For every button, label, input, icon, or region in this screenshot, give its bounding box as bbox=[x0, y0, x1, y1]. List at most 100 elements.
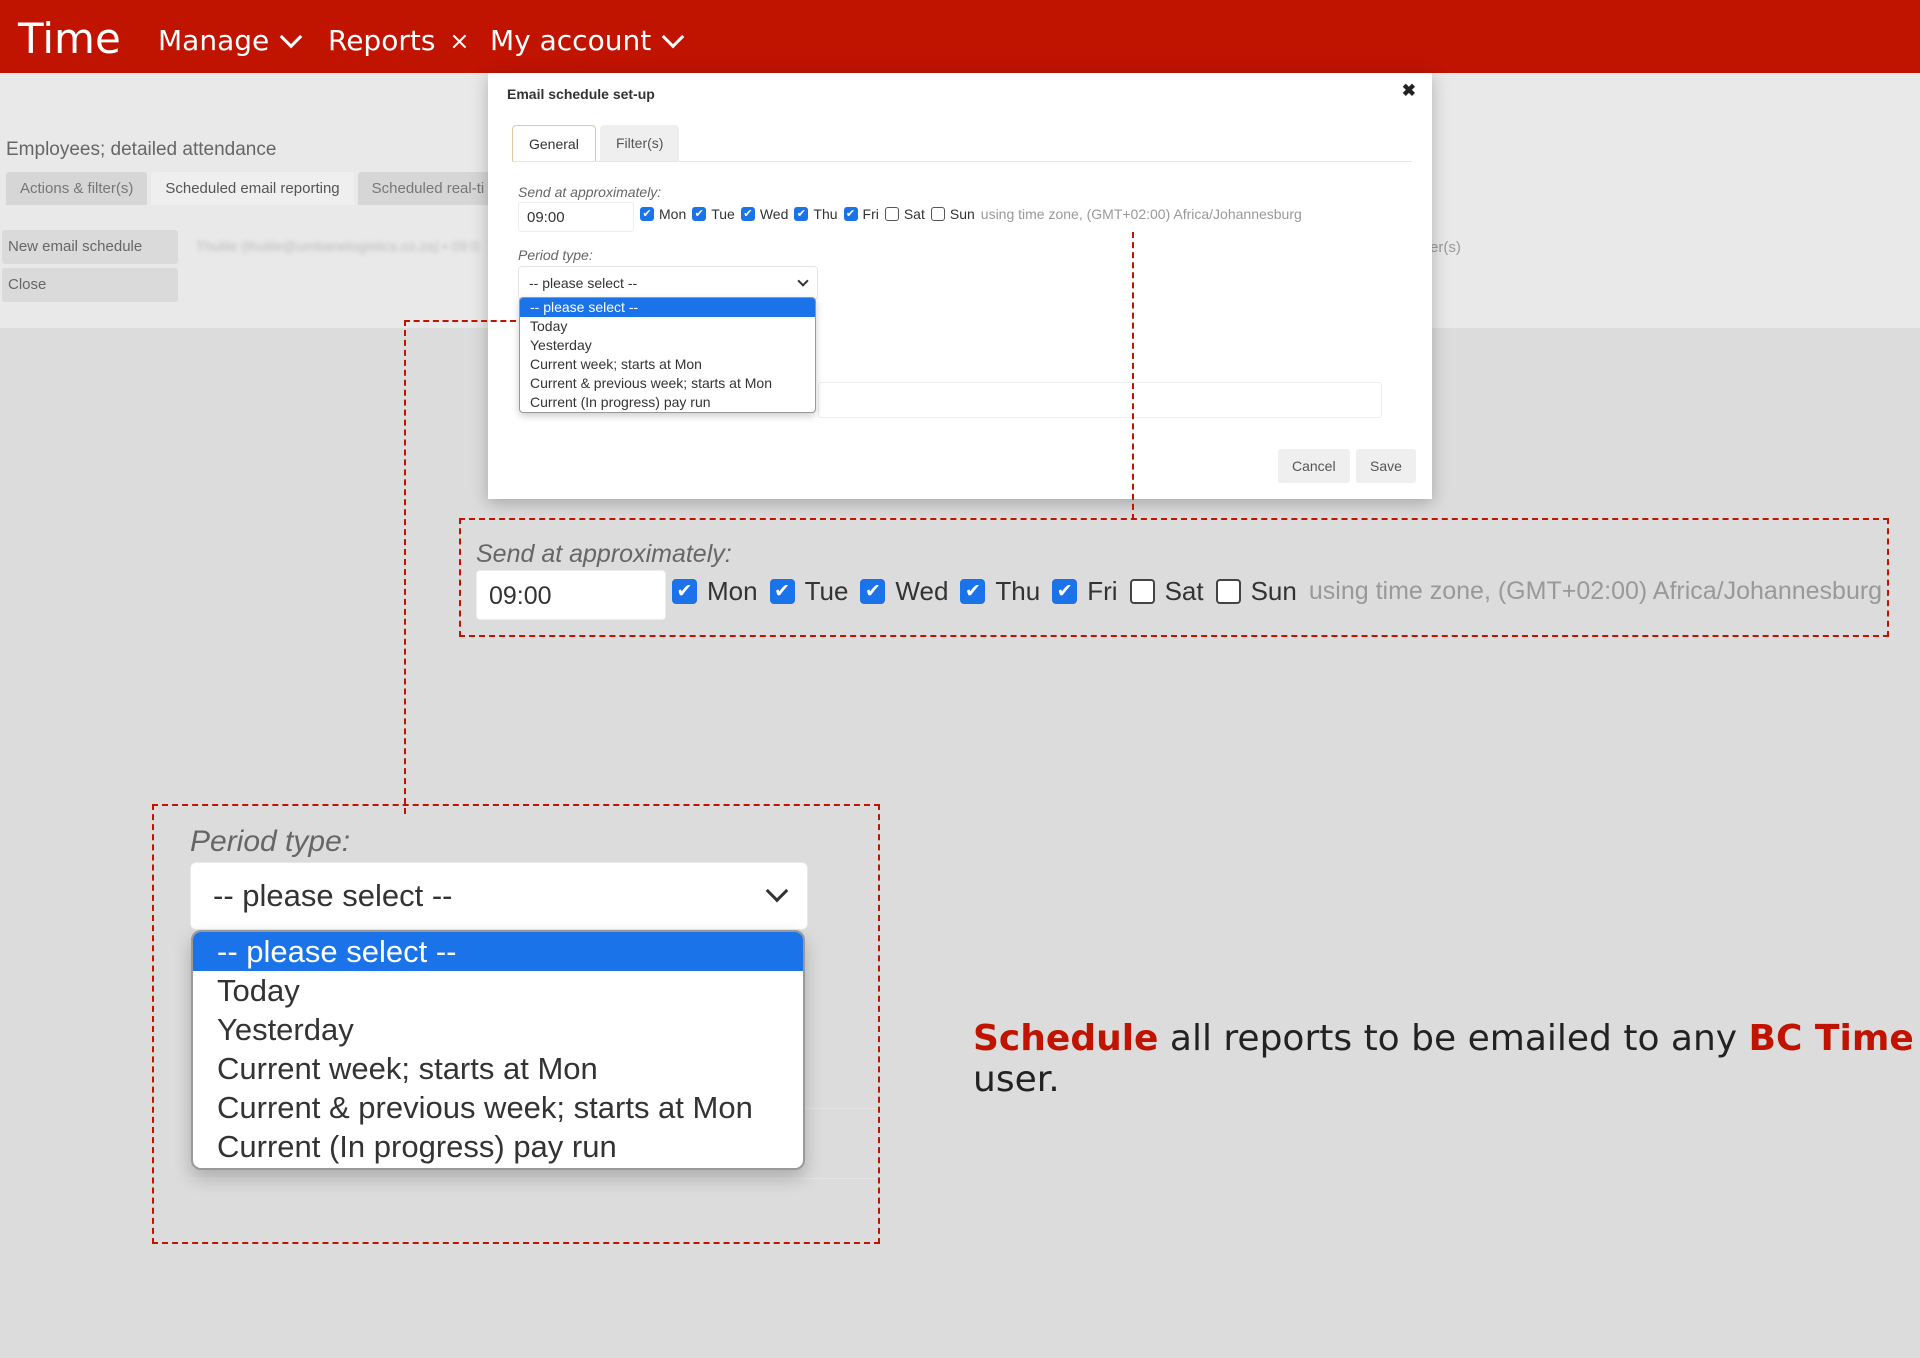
nav-reports-label: Reports bbox=[328, 24, 436, 57]
callout-connector bbox=[404, 320, 406, 814]
checkbox-checked-icon[interactable]: ✔ bbox=[672, 579, 697, 604]
checkbox-checked-icon[interactable]: ✔ bbox=[640, 207, 654, 221]
checkbox-checked-icon[interactable]: ✔ bbox=[1052, 579, 1078, 604]
nav-reports[interactable]: Reports × bbox=[328, 24, 470, 57]
day-thu[interactable]: ✔ Thu bbox=[794, 206, 838, 222]
day-tue[interactable]: ✔ Tue bbox=[769, 576, 849, 607]
checkbox-checked-icon[interactable]: ✔ bbox=[769, 579, 795, 604]
period-option[interactable]: Current week; starts at Mon bbox=[520, 355, 815, 374]
day-wed[interactable]: ✔ Wed bbox=[860, 576, 948, 607]
period-type-select-zoom[interactable]: -- please select -- bbox=[190, 862, 808, 930]
day-fri[interactable]: ✔ Fri bbox=[1052, 576, 1118, 607]
nav-manage[interactable]: Manage bbox=[158, 24, 303, 57]
day-mon[interactable]: ✔ Mon bbox=[672, 576, 758, 607]
marketing-tagline: Schedule all reports to be emailed to an… bbox=[973, 1018, 1920, 1100]
save-button[interactable]: Save bbox=[1356, 449, 1416, 483]
tab-scheduled-realtime[interactable]: Scheduled real-ti bbox=[357, 172, 499, 205]
checkbox-unchecked-icon[interactable] bbox=[1129, 579, 1155, 604]
tab-general[interactable]: General bbox=[512, 125, 596, 161]
send-at-label-zoom: Send at approximately: bbox=[476, 540, 732, 568]
modal-title: Email schedule set-up bbox=[507, 86, 655, 102]
period-type-select[interactable]: -- please select -- bbox=[518, 266, 818, 300]
day-label: Fri bbox=[862, 206, 879, 222]
period-option[interactable]: -- please select -- bbox=[520, 298, 815, 317]
day-wed[interactable]: ✔ Wed bbox=[740, 206, 789, 222]
period-option[interactable]: Today bbox=[520, 317, 815, 336]
day-label: Tue bbox=[711, 206, 735, 222]
period-option[interactable]: Current & previous week; starts at Mon bbox=[520, 374, 815, 393]
day-mon[interactable]: ✔ Mon bbox=[640, 206, 686, 222]
day-checkboxes-zoom: ✔ Mon ✔ Tue ✔ Wed ✔ Thu ✔ Fri Sat Sun using t… bbox=[672, 576, 1882, 607]
checkbox-unchecked-icon[interactable] bbox=[930, 207, 945, 221]
chevron-down-icon bbox=[279, 25, 303, 48]
period-type-dropdown: -- please select -- Today Yesterday Curr… bbox=[519, 297, 816, 413]
checkbox-unchecked-icon[interactable] bbox=[1215, 579, 1241, 604]
day-label: Sat bbox=[903, 206, 925, 222]
cancel-button[interactable]: Cancel bbox=[1278, 449, 1350, 483]
checkbox-checked-icon[interactable]: ✔ bbox=[960, 579, 986, 604]
period-option[interactable]: Yesterday bbox=[193, 1010, 803, 1049]
day-thu[interactable]: ✔ Thu bbox=[960, 576, 1040, 607]
period-selected-value: -- please select -- bbox=[213, 878, 453, 913]
period-option[interactable]: Today bbox=[193, 971, 803, 1010]
modal-tabs: General Filter(s) bbox=[512, 125, 1412, 162]
day-label: Fri bbox=[1087, 576, 1118, 606]
period-option[interactable]: Yesterday bbox=[520, 336, 815, 355]
nav-my-account[interactable]: My account bbox=[490, 24, 685, 57]
checkbox-checked-icon[interactable]: ✔ bbox=[692, 207, 707, 221]
tagline-highlight: BC Time bbox=[1748, 1018, 1914, 1059]
period-option[interactable]: Current (In progress) pay run bbox=[193, 1127, 803, 1166]
tagline-text: user. bbox=[973, 1059, 1060, 1100]
close-button[interactable]: Close bbox=[2, 268, 178, 302]
close-icon[interactable]: × bbox=[449, 27, 469, 55]
period-type-dropdown-zoom: -- please select -- Today Yesterday Curr… bbox=[191, 930, 805, 1170]
email-recipients-field[interactable] bbox=[818, 382, 1382, 418]
day-sat[interactable]: Sat bbox=[884, 206, 925, 222]
checkbox-unchecked-icon[interactable] bbox=[884, 207, 899, 221]
send-at-label: Send at approximately: bbox=[518, 184, 662, 200]
schedule-row-preview[interactable]: Thulile (thulile@umbanelogistics.co.za) … bbox=[196, 238, 479, 254]
day-label: Mon bbox=[659, 206, 687, 222]
tab-actions-filters[interactable]: Actions & filter(s) bbox=[6, 172, 148, 205]
day-checkboxes: ✔ Mon ✔ Tue ✔ Wed ✔ Thu ✔ Fri Sat Sun using t… bbox=[634, 206, 1302, 222]
new-email-schedule-button[interactable]: New email schedule bbox=[2, 230, 178, 264]
period-option[interactable]: Current & previous week; starts at Mon bbox=[193, 1088, 803, 1127]
day-sun[interactable]: Sun bbox=[1215, 576, 1297, 607]
brand-logo[interactable]: Time bbox=[18, 14, 121, 63]
tagline-highlight: Schedule bbox=[973, 1018, 1159, 1059]
period-type-label-zoom: Period type: bbox=[190, 825, 351, 858]
send-time-input-zoom[interactable]: 09:00 bbox=[476, 570, 666, 620]
period-option[interactable]: Current (In progress) pay run bbox=[520, 393, 815, 412]
timezone-note: using time zone, (GMT+02:00) Africa/Joha… bbox=[980, 206, 1302, 222]
nav-my-account-label: My account bbox=[490, 24, 652, 57]
tagline-text: all reports to be emailed to any bbox=[1158, 1018, 1749, 1059]
day-label: Wed bbox=[759, 206, 789, 222]
period-option[interactable]: -- please select -- bbox=[193, 932, 803, 971]
period-selected-value: -- please select -- bbox=[529, 275, 638, 291]
day-fri[interactable]: ✔ Fri bbox=[843, 206, 879, 222]
day-label: Thu bbox=[995, 576, 1041, 606]
checkbox-checked-icon[interactable]: ✔ bbox=[740, 207, 755, 221]
day-tue[interactable]: ✔ Tue bbox=[692, 206, 735, 222]
divider bbox=[190, 1178, 876, 1179]
page-title: Employees; detailed attendance bbox=[6, 139, 277, 160]
checkbox-checked-icon[interactable]: ✔ bbox=[860, 579, 886, 604]
top-navbar: Time Manage Reports × My account bbox=[0, 0, 1920, 73]
checkbox-checked-icon[interactable]: ✔ bbox=[843, 207, 858, 221]
day-label: Tue bbox=[804, 576, 849, 606]
callout-connector bbox=[1132, 232, 1134, 520]
send-time-input[interactable]: 09:00 bbox=[518, 202, 634, 232]
day-sun[interactable]: Sun bbox=[930, 206, 975, 222]
day-label: Mon bbox=[707, 576, 758, 606]
close-icon[interactable]: ✖ bbox=[1402, 81, 1416, 101]
tab-filters[interactable]: Filter(s) bbox=[600, 125, 680, 161]
email-schedule-modal: Email schedule set-up ✖ General Filter(s… bbox=[488, 73, 1432, 499]
period-option[interactable]: Current week; starts at Mon bbox=[193, 1049, 803, 1088]
column-fragment: er(s) bbox=[1430, 239, 1461, 256]
tab-scheduled-email[interactable]: Scheduled email reporting bbox=[151, 172, 354, 205]
report-tabs: Actions & filter(s) Scheduled email repo… bbox=[6, 172, 499, 205]
day-sat[interactable]: Sat bbox=[1129, 576, 1204, 607]
day-label: Thu bbox=[813, 206, 838, 222]
chevron-down-icon bbox=[765, 879, 789, 903]
checkbox-checked-icon[interactable]: ✔ bbox=[794, 207, 809, 221]
